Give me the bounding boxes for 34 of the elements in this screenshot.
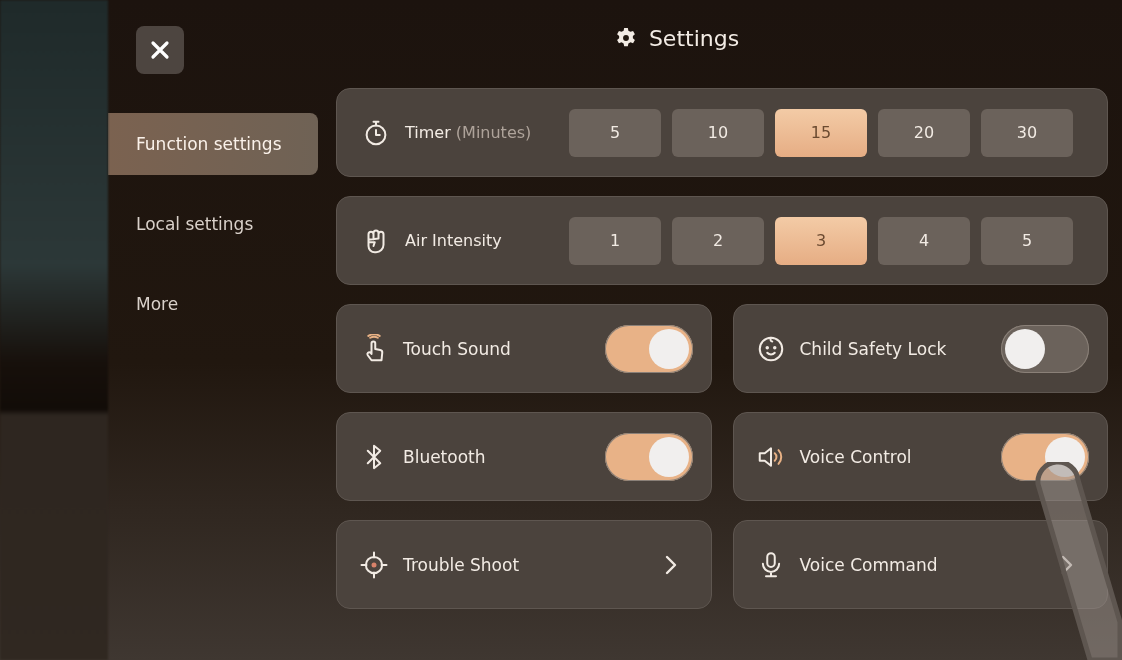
option-button[interactable]: 4 bbox=[878, 216, 970, 265]
option-button[interactable]: 1 bbox=[569, 216, 661, 265]
settings-icon bbox=[614, 27, 637, 49]
close-icon bbox=[149, 39, 171, 61]
tile-label: Child Safety Lock bbox=[799, 338, 948, 359]
tile-label: Trouble Shoot bbox=[403, 554, 521, 575]
sidebar-item[interactable]: More bbox=[108, 273, 318, 335]
tile-label: Bluetooth bbox=[403, 446, 487, 467]
close-button[interactable] bbox=[136, 26, 184, 74]
window-title: Settings bbox=[648, 25, 740, 51]
option-button[interactable]: 5 bbox=[569, 108, 661, 157]
sidebar-item[interactable]: Function settings bbox=[108, 113, 318, 175]
tile-label: Voice Control bbox=[799, 446, 913, 467]
option-button[interactable]: 15 bbox=[775, 108, 867, 157]
chevron-right-icon bbox=[1061, 554, 1073, 575]
sidebar-item[interactable]: Local settings bbox=[108, 193, 318, 255]
row-label: Air Intensity bbox=[405, 231, 503, 250]
toggle-switch[interactable] bbox=[1001, 324, 1089, 373]
option-button[interactable]: 30 bbox=[981, 108, 1073, 157]
toggle-switch[interactable] bbox=[604, 432, 693, 481]
option-button[interactable]: 2 bbox=[672, 216, 764, 265]
link-card[interactable]: Voice Command bbox=[732, 520, 1108, 609]
row-label: Timer (Minutes) bbox=[405, 123, 533, 142]
option-button[interactable]: 3 bbox=[775, 216, 867, 265]
toggle-switch[interactable] bbox=[1001, 432, 1089, 481]
tile-label: Voice Command bbox=[799, 554, 939, 575]
option-button[interactable]: 10 bbox=[672, 108, 764, 157]
link-card[interactable]: Trouble Shoot bbox=[336, 520, 712, 609]
toggle-switch[interactable] bbox=[604, 324, 693, 373]
crosshair-icon bbox=[359, 549, 389, 580]
tile-label: Touch Sound bbox=[403, 338, 512, 359]
option-button[interactable]: 5 bbox=[981, 216, 1073, 265]
chevron-right-icon bbox=[664, 554, 677, 575]
option-button[interactable]: 20 bbox=[878, 108, 970, 157]
